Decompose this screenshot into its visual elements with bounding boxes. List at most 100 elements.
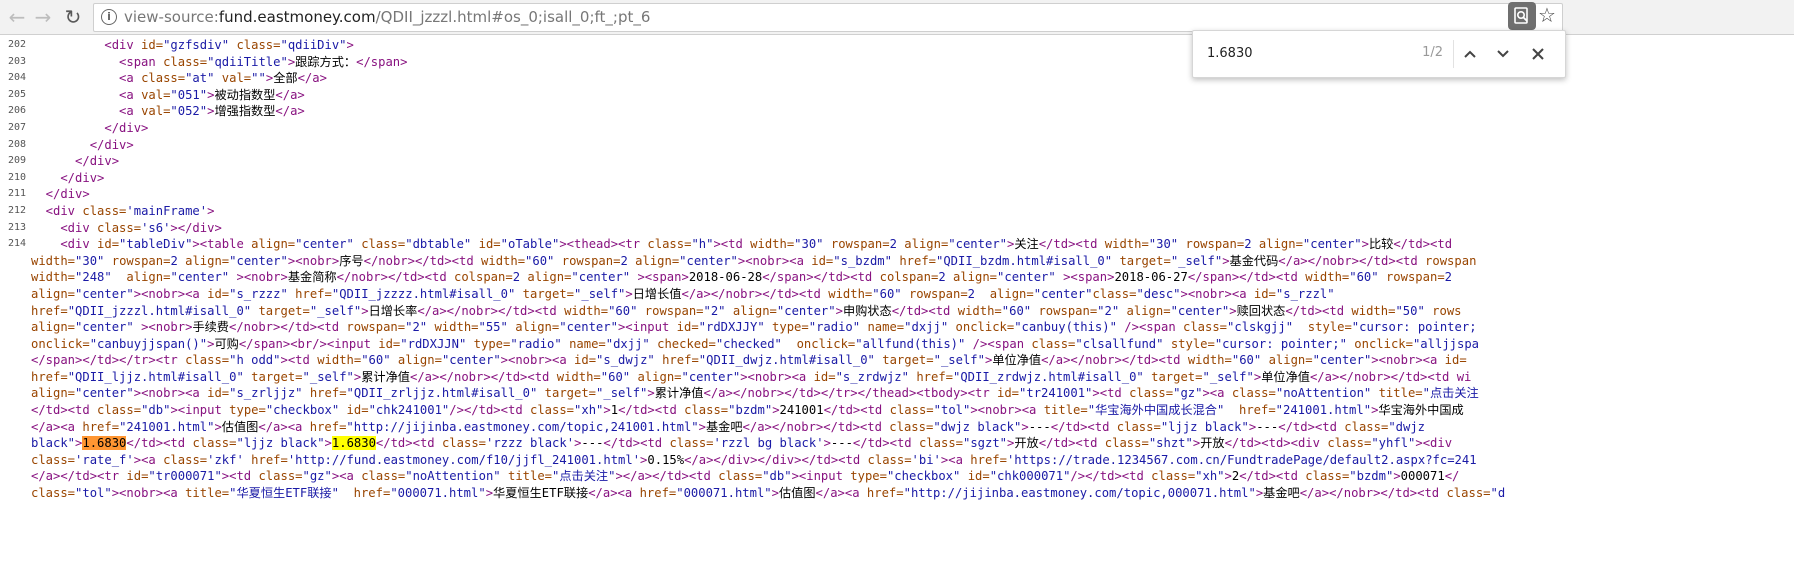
code-token: "h odd" [229, 353, 281, 368]
code-token: class= [1446, 486, 1491, 501]
code-token: width= [1305, 270, 1350, 285]
line-code: <div class='s6'></div> [31, 220, 221, 237]
line-code: width="248" align="center" ><nobr>基金简称</… [31, 269, 1452, 286]
code-token: align= [1258, 237, 1303, 252]
forward-arrow-icon[interactable]: → [30, 4, 56, 30]
code-token: align= [515, 320, 560, 335]
code-token: "dwjz black" [933, 419, 1022, 434]
code-token: </div> [45, 187, 90, 202]
code-token: > [361, 303, 369, 318]
code-token: id= [126, 469, 149, 484]
code-token: href= [662, 353, 699, 368]
line-code: </span></td></tr><tr class="h odd"><td w… [31, 352, 1467, 369]
code-token: </td><td [1038, 436, 1105, 451]
code-token: </a> [297, 71, 327, 86]
code-token: href= [82, 419, 120, 434]
code-token: "_self" [596, 386, 648, 401]
code-token: </td><td [603, 436, 670, 451]
find-separator [1453, 40, 1454, 68]
bookmark-star-icon[interactable]: ☆ [1538, 3, 1556, 27]
code-token: 'bi' [911, 452, 941, 467]
code-token: </td><td [1393, 237, 1453, 252]
code-token: "点击关注" [552, 469, 616, 484]
code-token: "center" [229, 253, 288, 268]
find-previous-chevron-up-icon[interactable] [1457, 41, 1483, 67]
code-token: id= [967, 469, 990, 484]
code-token: "_self" [1202, 369, 1254, 384]
code-token: class= [31, 452, 76, 467]
code-token: href= [309, 386, 347, 401]
code-token: "chk241001" [368, 403, 450, 418]
code-token: "rdDXJJN" [400, 336, 467, 351]
source-line: href="QDII_ljjz.html#isall_0" target="_s… [0, 369, 1794, 386]
code-token: </div> [89, 137, 134, 152]
code-token: class= [1305, 469, 1350, 484]
source-line: 205 <a val="051">被动指数型</a> [0, 87, 1794, 104]
source-line: </span></td></tr><tr class="h odd"><td w… [0, 352, 1794, 369]
code-token: </div> [60, 170, 105, 185]
code-token: </a></nobr></td><td [1278, 253, 1426, 268]
source-line: 208 </div> [0, 137, 1794, 154]
code-token: 可购 [214, 336, 239, 351]
code-token: <a [119, 87, 142, 102]
address-bar[interactable]: i view-source:fund.eastmoney.com/QDII_jz… [93, 3, 1563, 32]
find-close-icon[interactable] [1525, 41, 1551, 67]
source-view: 202 <div id="gzfsdiv" class="qdiiDiv"> 203… [0, 37, 1794, 502]
code-token: > [603, 403, 611, 418]
code-token: "qdiiTitle" [207, 54, 288, 69]
code-token: > [823, 436, 831, 451]
code-token: align= [185, 253, 230, 268]
code-token: title= [507, 469, 553, 484]
back-arrow-icon[interactable]: ← [4, 4, 30, 30]
code-token: target= [882, 353, 934, 368]
code-token: "at" [185, 71, 215, 86]
code-token: target= [251, 369, 303, 384]
reload-icon[interactable]: ↻ [60, 4, 86, 30]
code-token: "60" [1349, 270, 1379, 285]
code-token: href= [353, 486, 391, 501]
line-code: align="center"><nobr><a id="s_rzzz" href… [31, 286, 1335, 303]
code-token: "241001.html" [1275, 403, 1372, 418]
code-token: "_self" [574, 286, 626, 301]
code-token: 241001 [779, 403, 824, 418]
find-in-page-icon[interactable] [1508, 2, 1536, 30]
source-line: width="248" align="center" ><nobr>基金简称</… [0, 269, 1794, 286]
code-token: "chk000071" [989, 469, 1071, 484]
code-token: "gz" [1173, 386, 1203, 401]
find-input[interactable] [1207, 43, 1397, 63]
line-code: class="tol"><nobr><a title="华夏恒生ETF联接" h… [31, 485, 1505, 502]
code-token: "241001.html" [119, 419, 215, 434]
code-token: class= [141, 71, 186, 86]
code-token: "dbtable" [405, 237, 472, 252]
code-token: > [346, 38, 354, 52]
code-token: ><td [713, 237, 751, 252]
code-token: </td><td [31, 403, 98, 418]
code-token: colspan= [879, 270, 939, 285]
source-line: </td><td class="db"><input type="checkbo… [0, 402, 1794, 419]
line-code: </td><td class="db"><input type="checkbo… [31, 402, 1464, 419]
code-token: <div [60, 237, 98, 252]
code-token: "canbuyjjspan()" [89, 336, 208, 351]
code-token: style= [1170, 336, 1215, 351]
code-token: ><td [280, 353, 318, 368]
code-token: width= [828, 286, 873, 301]
code-token: 华宝海外中国成 [1378, 403, 1464, 418]
code-token: id= [378, 336, 401, 351]
code-token: </nobr></td><td [363, 253, 482, 268]
code-token: 'rzzl bg black' [713, 436, 824, 451]
code-token: "点击关注 [1422, 386, 1479, 401]
find-next-chevron-down-icon[interactable] [1490, 41, 1516, 67]
code-token: align= [989, 286, 1034, 301]
code-token: class= [82, 203, 127, 218]
code-token: "s_zrljjz" [229, 386, 303, 401]
code-token: "desc" [1136, 286, 1181, 301]
info-icon[interactable]: i [101, 9, 117, 25]
code-token: type= [229, 403, 266, 418]
code-token: ><nobr><a [1371, 353, 1445, 368]
